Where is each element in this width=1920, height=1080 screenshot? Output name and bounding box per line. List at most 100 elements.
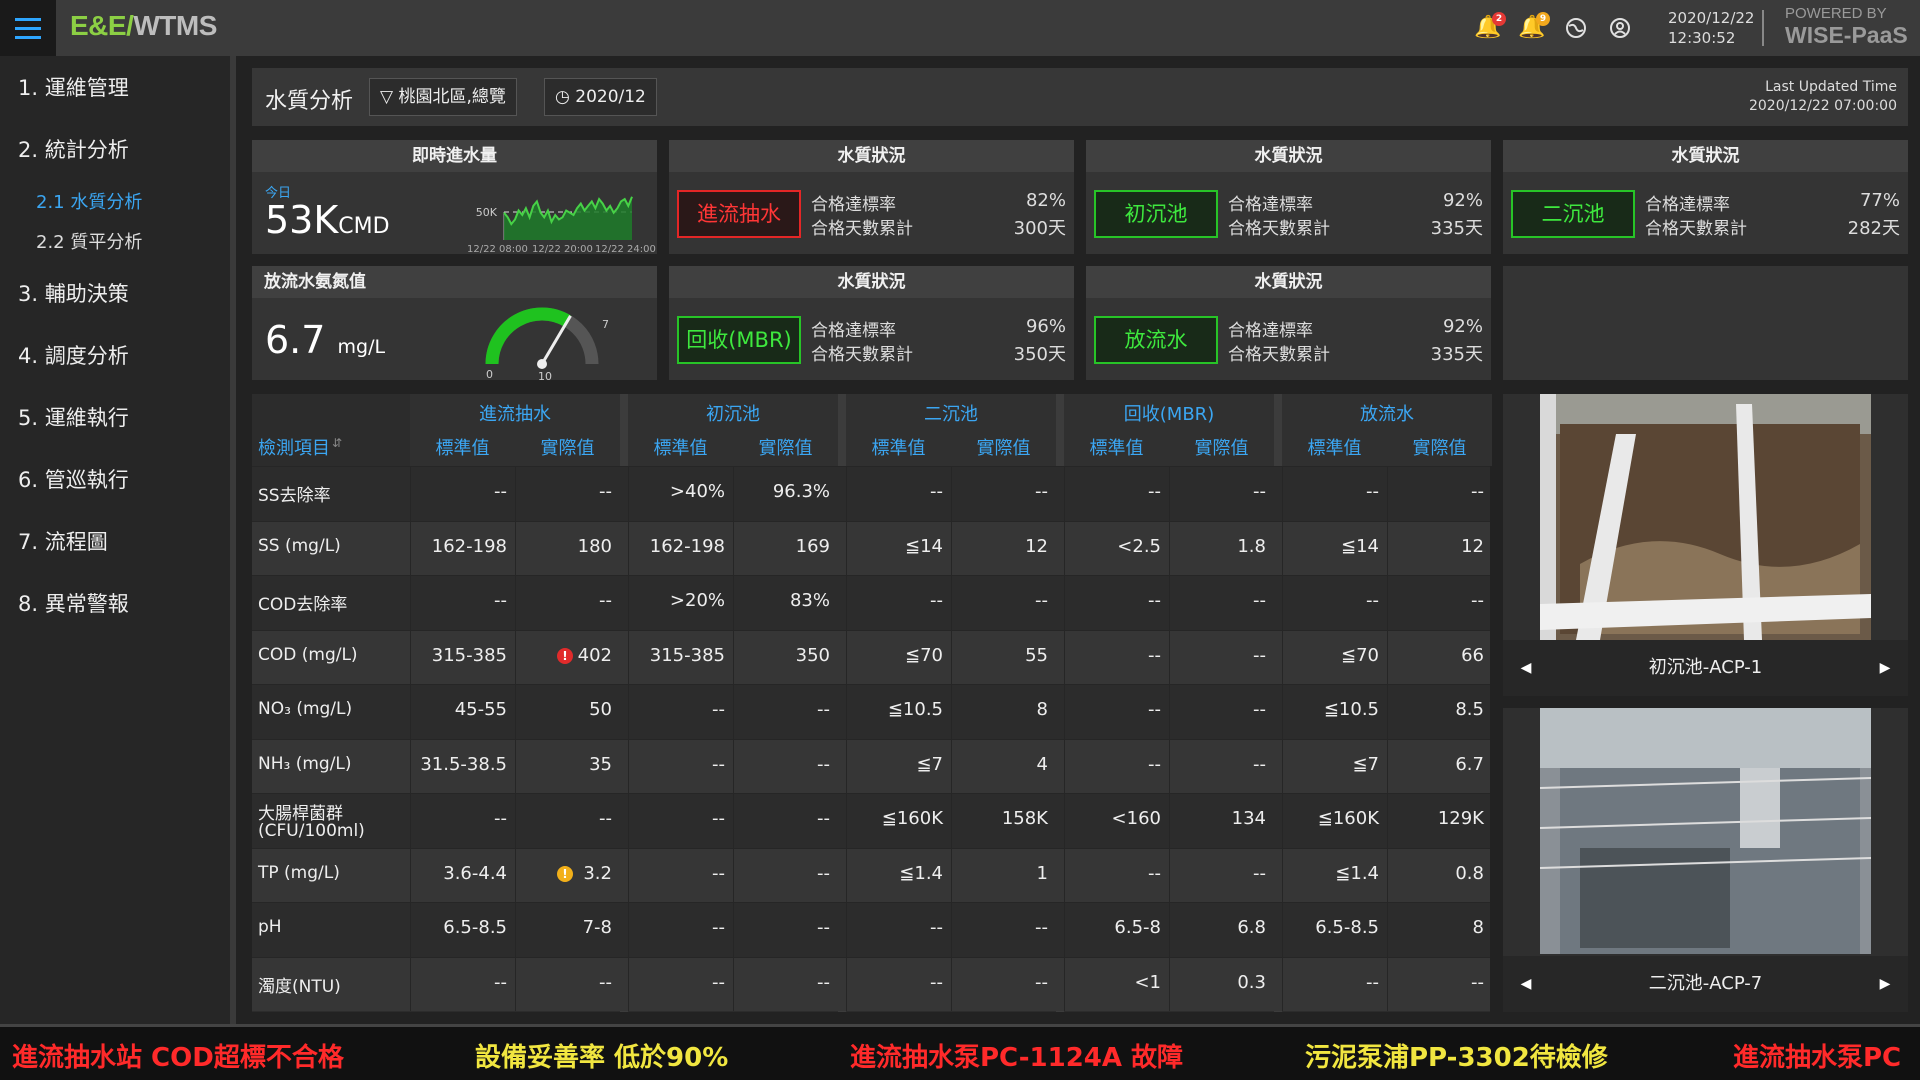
notification-bell-icon[interactable]: 🔔 9 bbox=[1518, 12, 1550, 42]
table-cell: -- bbox=[1253, 644, 1266, 666]
status-badge[interactable]: 放流水 bbox=[1094, 316, 1218, 364]
row-label: NH₃ (mg/L) bbox=[258, 753, 352, 774]
table-cell: -- bbox=[599, 481, 612, 502]
table-cell: 96.3% bbox=[772, 481, 830, 502]
table-cell: -- bbox=[712, 862, 725, 884]
alarm-bell-icon[interactable]: 🔔 2 bbox=[1474, 12, 1506, 42]
sidebar-item-statistics[interactable]: 2. 統計分析 bbox=[18, 134, 129, 164]
status-card-secondary-clarifier: 水質狀況 二沉池 合格達標率 77% 合格天數累計 282天 bbox=[1503, 140, 1908, 254]
table-cell: 1.8 bbox=[1237, 535, 1266, 557]
table-cell: -- bbox=[494, 590, 507, 611]
rate-value: 92% bbox=[1442, 316, 1483, 337]
row-label: SS (mg/L) bbox=[258, 535, 341, 556]
inflow-area bbox=[504, 196, 632, 240]
sidebar-item-decision-support[interactable]: 3. 輔助決策 bbox=[18, 278, 129, 308]
table-cell: ≦10.5 bbox=[887, 699, 943, 720]
row-label: pH bbox=[258, 917, 282, 937]
table-cell: 6.5-8 bbox=[1114, 917, 1161, 938]
ticker-message[interactable]: 進流抽水泵PC bbox=[1733, 1037, 1901, 1074]
actual-col-header: 實際值 bbox=[1194, 438, 1249, 459]
alarm-ticker: 進流抽水站 COD超標不合格 設備妥善率 低於90% 進流抽水泵PC-1124A… bbox=[0, 1024, 1920, 1080]
table-cell: 350 bbox=[795, 644, 830, 666]
column-group-header: 進流抽水 bbox=[479, 404, 551, 425]
filter-icon: ▽ bbox=[380, 87, 394, 107]
camera-feed-image bbox=[1540, 708, 1871, 954]
table-cell: -- bbox=[1366, 971, 1379, 993]
sidebar-item-flowchart[interactable]: 7. 流程圖 bbox=[18, 526, 108, 556]
sidebar-subitem-water-quality[interactable]: 2.1 水質分析 bbox=[36, 188, 142, 214]
table-cell: 6.7 bbox=[1455, 753, 1484, 775]
camera-next-arrow-icon[interactable]: ▶ bbox=[1870, 956, 1900, 1012]
table-cell: 8.5 bbox=[1455, 699, 1484, 720]
status-card-title: 水質狀況 bbox=[1086, 266, 1491, 298]
table-cell: >40% bbox=[669, 481, 725, 502]
alert-icon: ! bbox=[557, 865, 573, 882]
days-label: 合格天數累計 bbox=[811, 345, 913, 365]
days-label: 合格天數累計 bbox=[1228, 345, 1330, 365]
table-cell: -- bbox=[1035, 971, 1048, 993]
table-cell: 7-8 bbox=[582, 917, 612, 938]
table-cell: 6.5-8.5 bbox=[443, 917, 507, 938]
region-filter-chip[interactable]: ▽ 桃園北區,總覽 bbox=[369, 78, 517, 116]
user-account-icon[interactable] bbox=[1606, 14, 1634, 42]
row-label: SS去除率 bbox=[258, 486, 331, 506]
rate-label: 合格達標率 bbox=[1228, 195, 1313, 215]
days-value: 335天 bbox=[1430, 344, 1483, 365]
table-cell: 55 bbox=[1025, 644, 1048, 666]
table-cell: 6.5-8.5 bbox=[1315, 917, 1379, 938]
hamburger-menu-button[interactable] bbox=[0, 0, 56, 56]
actual-col-header: 實際值 bbox=[976, 438, 1031, 459]
sidebar-item-dispatch[interactable]: 4. 調度分析 bbox=[18, 340, 129, 370]
camera-next-arrow-icon[interactable]: ▶ bbox=[1870, 640, 1900, 696]
ticker-message[interactable]: 進流抽水站 COD超標不合格 bbox=[12, 1037, 344, 1074]
column-group-header: 二沉池 bbox=[924, 404, 978, 425]
sidebar-subitem-mass-balance[interactable]: 2.2 質平分析 bbox=[36, 228, 142, 254]
status-badge[interactable]: 進流抽水 bbox=[677, 190, 801, 238]
standard-col-header: 標準值 bbox=[1307, 438, 1362, 459]
status-card-title: 水質狀況 bbox=[669, 140, 1074, 172]
table-cell: 0.8 bbox=[1455, 862, 1484, 884]
sidebar-item-maintenance[interactable]: 1. 運維管理 bbox=[18, 72, 129, 102]
days-value: 282天 bbox=[1847, 218, 1900, 239]
ammonia-card: 放流水氨氮值 6.7 mg/L 0 10 7 bbox=[252, 266, 657, 380]
powered-by-logo: POWERED BY WISE-PaaS bbox=[1785, 5, 1908, 49]
camera-caption-bar: ◀ 初沉池-ACP-1 ▶ bbox=[1503, 640, 1908, 696]
sidebar: 1. 運維管理 2. 統計分析 2.1 水質分析 2.2 質平分析 3. 輔助決… bbox=[0, 56, 236, 1024]
table-cell: 12 bbox=[1025, 535, 1048, 557]
sidebar-item-operations[interactable]: 5. 運維執行 bbox=[18, 402, 129, 432]
table-cell: ≦160K bbox=[881, 808, 943, 829]
sidebar-item-inspection[interactable]: 6. 管巡執行 bbox=[18, 464, 129, 494]
camera-panel-secondary: ◀ 二沉池-ACP-7 ▶ bbox=[1503, 708, 1908, 1012]
table-cell: 31.5-38.5 bbox=[420, 753, 507, 775]
notification-count-badge: 9 bbox=[1536, 12, 1550, 26]
status-card-title: 水質狀況 bbox=[1503, 140, 1908, 172]
rate-value: 96% bbox=[1025, 316, 1066, 337]
rate-label: 合格達標率 bbox=[1645, 195, 1730, 215]
table-cell: 162-198 bbox=[431, 535, 507, 557]
ticker-message[interactable]: 進流抽水泵PC-1124A 故障 bbox=[850, 1037, 1183, 1074]
globe-icon[interactable] bbox=[1562, 14, 1590, 42]
table-cell: 315-385 bbox=[649, 644, 725, 666]
days-value: 350天 bbox=[1013, 344, 1066, 365]
status-badge[interactable]: 二沉池 bbox=[1511, 190, 1635, 238]
table-cell: -- bbox=[1148, 481, 1161, 502]
table-cell: 129K bbox=[1437, 808, 1484, 829]
status-badge[interactable]: 回收(MBR) bbox=[677, 316, 801, 364]
table-cell: -- bbox=[1148, 699, 1161, 720]
ticker-message[interactable]: 污泥泵浦PP-3302待檢修 bbox=[1305, 1037, 1608, 1074]
table-cell: 3.6-4.4 bbox=[443, 862, 507, 884]
table-cell: ≦14 bbox=[1341, 535, 1379, 557]
table-cell: -- bbox=[599, 808, 612, 829]
ticker-message[interactable]: 設備妥善率 低於90% bbox=[475, 1037, 728, 1074]
table-cell: ≦160K bbox=[1317, 808, 1379, 829]
days-value: 300天 bbox=[1013, 218, 1066, 239]
date-picker-chip[interactable]: ◷ 2020/12 bbox=[544, 78, 657, 116]
sidebar-item-alarms[interactable]: 8. 異常警報 bbox=[18, 588, 129, 618]
camera-label: 初沉池-ACP-1 bbox=[1648, 657, 1763, 678]
table-cell: -- bbox=[1471, 481, 1484, 502]
region-filter-label: 桃園北區,總覽 bbox=[398, 87, 506, 107]
camera-prev-arrow-icon[interactable]: ◀ bbox=[1511, 956, 1541, 1012]
status-badge[interactable]: 初沉池 bbox=[1094, 190, 1218, 238]
gauge-hub bbox=[537, 359, 547, 369]
camera-prev-arrow-icon[interactable]: ◀ bbox=[1511, 640, 1541, 696]
